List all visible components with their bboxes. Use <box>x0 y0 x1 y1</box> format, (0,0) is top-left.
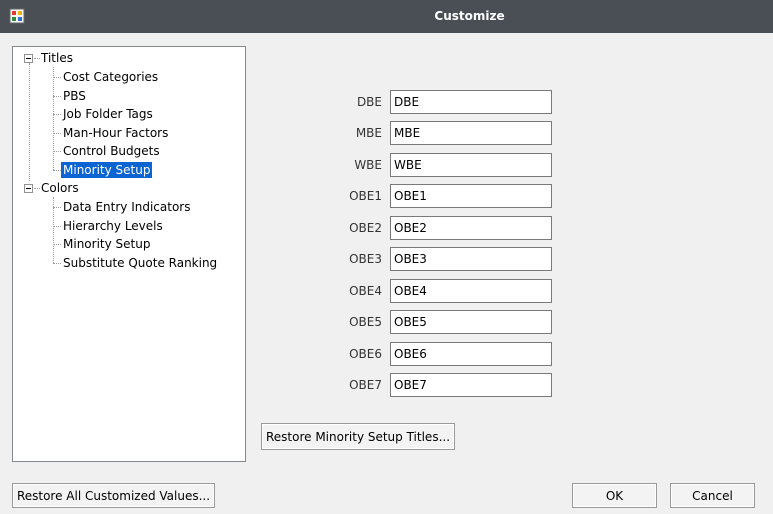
obe6-label: OBE6 <box>349 347 382 361</box>
title-bar: Customize <box>0 0 773 33</box>
obe3-label: OBE3 <box>349 252 382 266</box>
obe7-label: OBE7 <box>349 378 382 392</box>
collapse-titles-icon[interactable] <box>24 54 33 63</box>
collapse-colors-icon[interactable] <box>24 184 33 193</box>
wbe-label: WBE <box>354 158 382 172</box>
obe3-input[interactable] <box>390 247 552 271</box>
tree-item-job-folder-tags[interactable]: Job Folder Tags <box>63 106 153 122</box>
wbe-input[interactable] <box>390 153 552 177</box>
ok-button[interactable]: OK <box>572 483 657 508</box>
tree-item-data-entry-indicators[interactable]: Data Entry Indicators <box>63 199 191 215</box>
tree-item-minority-setup-titles[interactable]: Minority Setup <box>61 162 153 178</box>
tree-group-titles[interactable]: Titles <box>41 50 73 66</box>
obe5-input[interactable] <box>390 310 552 334</box>
tree-item-cost-categories[interactable]: Cost Categories <box>63 69 158 85</box>
restore-all-customized-values-button[interactable]: Restore All Customized Values... <box>12 483 215 508</box>
tree-item-substitute-quote-ranking[interactable]: Substitute Quote Ranking <box>63 255 217 271</box>
cancel-button[interactable]: Cancel <box>670 483 755 508</box>
obe4-label: OBE4 <box>349 284 382 298</box>
tree-item-man-hour-factors[interactable]: Man-Hour Factors <box>63 125 168 141</box>
tree-item-pbs[interactable]: PBS <box>63 88 86 104</box>
obe6-input[interactable] <box>390 342 552 366</box>
obe2-label: OBE2 <box>349 221 382 235</box>
restore-minority-setup-titles-button[interactable]: Restore Minority Setup Titles... <box>261 423 455 450</box>
obe4-input[interactable] <box>390 279 552 303</box>
mbe-input[interactable] <box>390 121 552 145</box>
dbe-input[interactable] <box>390 90 552 114</box>
obe1-input[interactable] <box>390 184 552 208</box>
obe2-input[interactable] <box>390 216 552 240</box>
tree-item-minority-setup-colors[interactable]: Minority Setup <box>63 236 150 252</box>
obe7-input[interactable] <box>390 373 552 397</box>
tree-group-colors[interactable]: Colors <box>41 180 79 196</box>
dbe-label: DBE <box>356 95 382 109</box>
tree-item-hierarchy-levels[interactable]: Hierarchy Levels <box>63 218 163 234</box>
mbe-label: MBE <box>355 126 382 140</box>
tree-item-control-budgets[interactable]: Control Budgets <box>63 143 160 159</box>
window-title: Customize <box>434 9 505 23</box>
obe1-label: OBE1 <box>349 189 382 203</box>
settings-tree[interactable]: Titles Cost Categories PBS Job Folder Ta… <box>12 46 246 462</box>
obe5-label: OBE5 <box>349 315 382 329</box>
